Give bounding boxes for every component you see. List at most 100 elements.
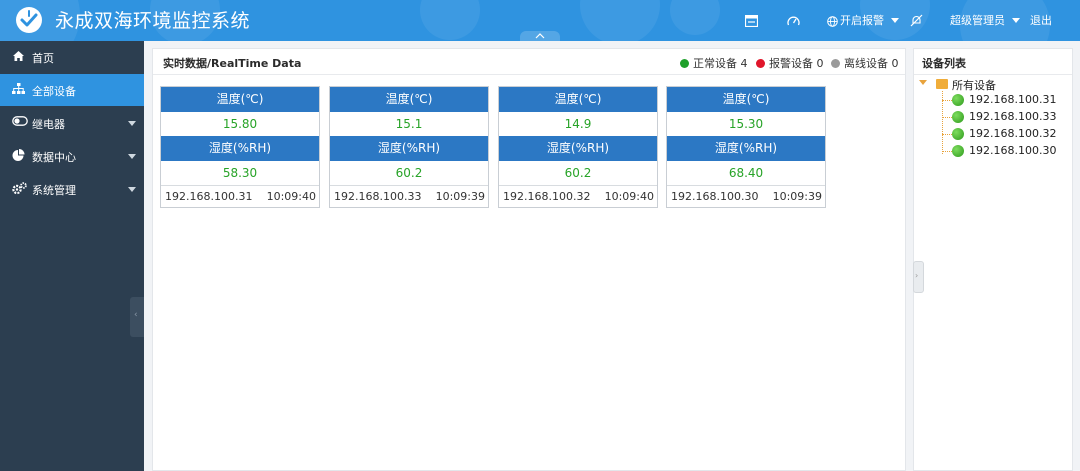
sitemap-icon	[12, 83, 26, 97]
tree-node-device[interactable]: 192.168.100.32	[942, 126, 1072, 143]
legend-label: 离线设备 0	[844, 57, 899, 70]
sidebar-item-label: 全部设备	[32, 85, 76, 98]
panel-title: 实时数据/RealTime Data	[163, 57, 302, 70]
temperature-value: 15.80	[222, 117, 258, 131]
tree-root-label[interactable]: 所有设备	[952, 77, 996, 93]
device-ip: 192.168.100.33	[334, 190, 422, 203]
temperature-label: 温度(℃)	[667, 87, 825, 112]
sidebar-collapse-handle[interactable]: ‹	[130, 297, 144, 337]
user-name: 超级管理员	[950, 14, 1005, 27]
sidebar-item-label: 系统管理	[32, 184, 76, 197]
pie-chart-icon	[12, 149, 26, 163]
toggle-icon	[12, 116, 28, 130]
gears-icon	[12, 182, 27, 196]
humidity-label: 湿度(%RH)	[667, 136, 825, 161]
tree-node-device[interactable]: 192.168.100.31	[942, 92, 1072, 109]
tree-node-label: 192.168.100.32	[969, 127, 1057, 140]
tree-branch	[942, 134, 952, 135]
logo-icon	[16, 7, 42, 33]
home-icon	[12, 50, 26, 64]
device-card[interactable]: 温度(℃) 14.9 湿度(%RH) 60.2 192.168.100.32 1…	[498, 86, 658, 208]
chevron-up-icon	[535, 33, 545, 39]
device-card[interactable]: 温度(℃) 15.30 湿度(%RH) 68.40 192.168.100.30…	[666, 86, 826, 208]
right-panel-collapse-handle[interactable]: ›	[913, 261, 924, 293]
device-card[interactable]: 温度(℃) 15.80 湿度(%RH) 58.30 192.168.100.31…	[160, 86, 320, 208]
device-time: 10:09:40	[604, 190, 654, 203]
alarm-menu[interactable]: 开启报警	[840, 12, 899, 28]
sidebar-item-relay[interactable]: 继电器	[0, 107, 144, 139]
dashboard-icon[interactable]	[787, 12, 800, 31]
temperature-label: 温度(℃)	[330, 87, 488, 112]
legend-alarm: 报警设备 0	[756, 55, 824, 71]
temperature-value: 15.1	[395, 117, 423, 131]
device-list-title: 设备列表	[922, 57, 966, 70]
divider	[914, 74, 1072, 75]
device-ip: 192.168.100.30	[671, 190, 759, 203]
humidity-value: 68.40	[728, 166, 764, 180]
bell-off-icon[interactable]	[910, 12, 923, 31]
sidebar-item-home[interactable]: 首页	[0, 41, 144, 73]
status-dot-icon	[756, 59, 765, 68]
status-dot-icon	[831, 59, 840, 68]
device-ip: 192.168.100.31	[165, 190, 253, 203]
legend-label: 报警设备 0	[769, 57, 824, 70]
tree-node-label: 192.168.100.33	[969, 110, 1057, 123]
caret-down-icon	[128, 154, 136, 159]
device-time: 10:09:40	[266, 190, 316, 203]
tree-branch	[942, 100, 952, 101]
temperature-value: 15.30	[728, 117, 764, 131]
tree-branch	[942, 117, 952, 118]
alarm-menu-label: 开启报警	[840, 14, 884, 27]
divider	[153, 74, 905, 75]
caret-down-icon	[128, 187, 136, 192]
tree-node-device[interactable]: 192.168.100.30	[942, 143, 1072, 160]
chevron-left-icon: ‹	[134, 310, 138, 320]
folder-icon	[936, 79, 948, 89]
window-icon[interactable]	[744, 12, 759, 31]
legend-offline: 离线设备 0	[831, 55, 899, 71]
user-menu[interactable]: 超级管理员	[950, 12, 1020, 28]
top-header: 永成双海环境监控系统 开启报警 超级管理员 退出	[0, 0, 1080, 41]
chevron-down-icon	[890, 18, 899, 23]
tree-node-label: 192.168.100.30	[969, 144, 1057, 157]
tree-expand-icon[interactable]	[919, 80, 927, 85]
device-card[interactable]: 温度(℃) 15.1 湿度(%RH) 60.2 192.168.100.33 1…	[329, 86, 489, 208]
sidebar-item-label: 继电器	[32, 118, 65, 131]
globe-icon	[827, 12, 838, 31]
sidebar-item-label: 数据中心	[32, 151, 76, 164]
tree-node-label: 192.168.100.31	[969, 93, 1057, 106]
humidity-label: 湿度(%RH)	[499, 136, 657, 161]
sidebar-item-system[interactable]: 系统管理	[0, 173, 144, 205]
tree-node-device[interactable]: 192.168.100.33	[942, 109, 1072, 126]
chevron-right-icon: ›	[915, 271, 919, 280]
chevron-down-icon	[1011, 18, 1020, 23]
device-footer: 192.168.100.33 10:09:39	[330, 185, 488, 207]
tree-branch	[942, 151, 952, 152]
status-dot-icon	[680, 59, 689, 68]
online-status-icon	[952, 94, 964, 106]
sidebar-item-data-center[interactable]: 数据中心	[0, 140, 144, 172]
app-title: 永成双海环境监控系统	[55, 10, 251, 32]
realtime-data-panel: 实时数据/RealTime Data 正常设备 4 报警设备 0 离线设备 0 …	[152, 48, 906, 471]
device-footer: 192.168.100.30 10:09:39	[667, 185, 825, 207]
online-status-icon	[952, 145, 964, 157]
humidity-label: 湿度(%RH)	[161, 136, 319, 161]
device-footer: 192.168.100.32 10:09:40	[499, 185, 657, 207]
logout-link[interactable]: 退出	[1030, 12, 1052, 28]
device-time: 10:09:39	[772, 190, 822, 203]
caret-down-icon	[128, 121, 136, 126]
temperature-value: 14.9	[564, 117, 592, 131]
sidebar-item-all-devices[interactable]: 全部设备	[0, 74, 144, 106]
online-status-icon	[952, 111, 964, 123]
temperature-label: 温度(℃)	[499, 87, 657, 112]
device-time: 10:09:39	[435, 190, 485, 203]
device-list-panel: 设备列表 所有设备 192.168.100.31 192.168.100.33 …	[913, 48, 1073, 471]
online-status-icon	[952, 128, 964, 140]
sidebar-item-label: 首页	[32, 52, 54, 65]
humidity-value: 60.2	[395, 166, 423, 180]
legend-normal: 正常设备 4	[680, 55, 748, 71]
header-collapse-toggle[interactable]	[520, 31, 560, 41]
humidity-value: 58.30	[222, 166, 258, 180]
device-footer: 192.168.100.31 10:09:40	[161, 185, 319, 207]
sidebar: 首页 全部设备 继电器 数据中心 系统管理 ‹	[0, 41, 144, 471]
